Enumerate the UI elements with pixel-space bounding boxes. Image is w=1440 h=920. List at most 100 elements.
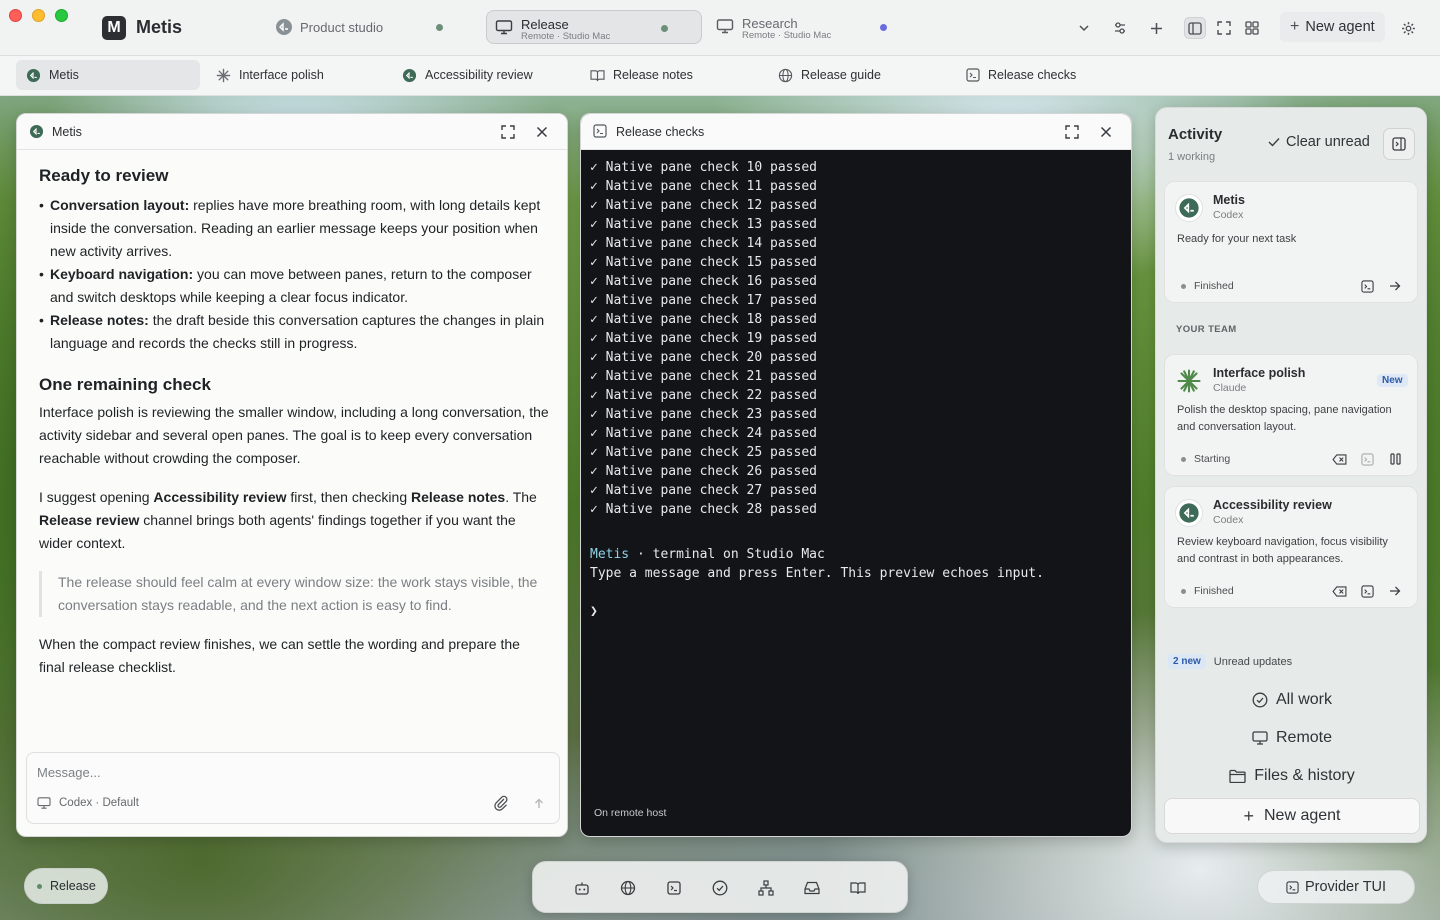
bullet-term: Conversation layout: — [50, 197, 190, 213]
new-agent-label: New agent — [1305, 19, 1375, 35]
nav-remote[interactable]: Remote — [1156, 729, 1428, 747]
collapse-panel-icon[interactable] — [1383, 128, 1415, 160]
new-agent-button[interactable]: + New agent — [1164, 798, 1420, 834]
link-accessibility-review: Accessibility review — [153, 489, 287, 505]
bullet-term: Keyboard navigation: — [50, 266, 194, 282]
terminal-icon — [1286, 880, 1299, 894]
pane-tab-label: Metis — [49, 68, 79, 82]
pane-tab-label: Release guide — [801, 68, 881, 82]
nav-all-work[interactable]: All work — [1156, 691, 1428, 709]
expand-icon[interactable] — [1063, 123, 1081, 141]
provider-tui-label: Provider TUI — [1304, 879, 1387, 895]
send-arrow-icon[interactable] — [529, 795, 549, 815]
folder-icon — [1229, 769, 1246, 783]
monitor-icon — [37, 797, 51, 809]
terminal-icon[interactable] — [1359, 583, 1375, 599]
pane-tab-release-checks[interactable]: Release checks — [956, 60, 1076, 90]
agent-provider: Claude — [1213, 382, 1247, 394]
terminal-icon[interactable] — [1359, 278, 1375, 294]
terminal-line: ✓ Native pane check 28 passed — [590, 502, 817, 517]
agent-card-metis[interactable]: Metis Codex Ready for your next task Fin… — [1164, 181, 1418, 303]
pane-header: Release checks — [581, 114, 1131, 150]
bullet-term: Release notes: — [50, 312, 149, 328]
expand-icon[interactable] — [1213, 17, 1235, 39]
terminal-output[interactable]: ✓ Native pane check 10 passed ✓ Native pa… — [582, 150, 1130, 835]
agent-card-accessibility-review[interactable]: Accessibility review Codex Review keyboa… — [1164, 486, 1418, 608]
desktop-tab-release[interactable]: Release Remote · Studio Mac — [486, 10, 702, 44]
agent-card-interface-polish[interactable]: Interface polish Claude New Polish the d… — [1164, 354, 1418, 476]
terminal-prompt-area: Metis · terminal on Studio Mac Type a me… — [590, 545, 1044, 621]
provider-tui-button[interactable]: Provider TUI — [1257, 870, 1415, 904]
backspace-icon[interactable] — [1331, 451, 1347, 467]
inbox-icon[interactable] — [803, 879, 821, 897]
activity-sidebar: Activity 1 working Clear unread Metis Co… — [1155, 107, 1427, 843]
close-icon[interactable] — [533, 123, 551, 141]
desktop-tab-subtitle: Remote · Studio Mac — [742, 30, 832, 41]
list-item: Release notes: the draft beside this con… — [39, 309, 549, 355]
activity-subtitle: 1 working — [1168, 151, 1216, 163]
agent-icon[interactable] — [573, 879, 591, 897]
pause-icon[interactable] — [1387, 451, 1403, 467]
terminal-icon — [593, 124, 607, 138]
new-badge: New — [1377, 374, 1408, 387]
nav-label: Remote — [1275, 729, 1333, 746]
desktop-tab-product-studio[interactable]: Product studio — [268, 10, 458, 44]
paperclip-icon[interactable] — [493, 795, 509, 815]
agent-name: Metis — [1213, 193, 1245, 207]
pane-tab-release-guide[interactable]: Release guide — [768, 60, 881, 90]
desktop-switcher-pill[interactable]: Release — [24, 868, 108, 904]
conversation: Ready to review Conversation layout: rep… — [39, 164, 549, 679]
terminal-icon — [966, 68, 980, 82]
desktop-tab-title: Research — [742, 16, 798, 31]
sidebar-toggle-icon[interactable] — [1184, 17, 1206, 39]
pane-tab-strip: Metis Interface polish Accessibility rev… — [0, 56, 1440, 96]
terminal-caret[interactable]: ❯ — [590, 604, 598, 619]
pane-tab-metis[interactable]: Metis — [16, 60, 200, 90]
activity-title: Activity — [1168, 126, 1223, 143]
pane-tab-label: Release checks — [988, 68, 1077, 82]
prompt-host: · terminal on Studio Mac — [629, 547, 825, 562]
grid-layout-icon[interactable] — [1241, 17, 1263, 39]
terminal-line: ✓ Native pane check 22 passed — [590, 388, 817, 403]
paragraph: Interface polish is reviewing the smalle… — [39, 404, 549, 466]
pane-title: Release checks — [616, 125, 705, 139]
plus-icon: + — [1243, 805, 1254, 826]
app-name: Metis — [136, 17, 183, 37]
pane-tab-interface-polish[interactable]: Interface polish — [206, 60, 324, 90]
monitor-icon — [495, 20, 513, 35]
globe-icon[interactable] — [619, 879, 637, 897]
model-selector[interactable]: Codex · Default — [37, 797, 139, 809]
gear-icon[interactable] — [1397, 17, 1419, 39]
arrow-right-icon[interactable] — [1387, 583, 1403, 599]
book-icon[interactable] — [849, 879, 867, 897]
expand-icon[interactable] — [499, 123, 517, 141]
arrow-right-icon[interactable] — [1387, 278, 1403, 294]
plus-icon[interactable] — [1145, 17, 1167, 39]
monitor-icon — [716, 19, 734, 34]
terminal-icon[interactable] — [1359, 451, 1375, 467]
org-tree-icon[interactable] — [757, 879, 775, 897]
desktop-tab-research[interactable]: Research Remote · Studio Mac — [708, 10, 898, 44]
terminal-icon[interactable] — [665, 879, 683, 897]
status-dot — [37, 883, 42, 889]
pane-tab-accessibility-review[interactable]: Accessibility review — [392, 60, 533, 90]
chat-pane: Metis Ready to review Conversation layou… — [16, 113, 568, 837]
list-item: Conversation layout: replies have more b… — [39, 194, 549, 263]
close-icon[interactable] — [1097, 123, 1115, 141]
chevron-down-icon[interactable] — [1073, 17, 1095, 39]
terminal-line: ✓ Native pane check 20 passed — [590, 350, 817, 365]
message-input[interactable]: Message... — [37, 765, 101, 780]
nav-files-history[interactable]: Files & history — [1156, 767, 1428, 785]
sliders-icon[interactable] — [1109, 17, 1131, 39]
close-window-button[interactable] — [9, 9, 22, 22]
unread-updates[interactable]: 2 new Unread updates — [1168, 654, 1292, 669]
clear-unread-button[interactable]: Clear unread — [1268, 134, 1370, 150]
pane-tab-release-notes[interactable]: Release notes — [580, 60, 693, 90]
minimize-window-button[interactable] — [32, 9, 45, 22]
check-circle-icon[interactable] — [711, 879, 729, 897]
agent-status: Finished — [1181, 585, 1234, 597]
backspace-icon[interactable] — [1331, 583, 1347, 599]
new-agent-button[interactable]: + New agent — [1280, 12, 1385, 42]
fullscreen-window-button[interactable] — [55, 9, 68, 22]
desktop-tab-subtitle: Remote · Studio Mac — [521, 31, 611, 42]
